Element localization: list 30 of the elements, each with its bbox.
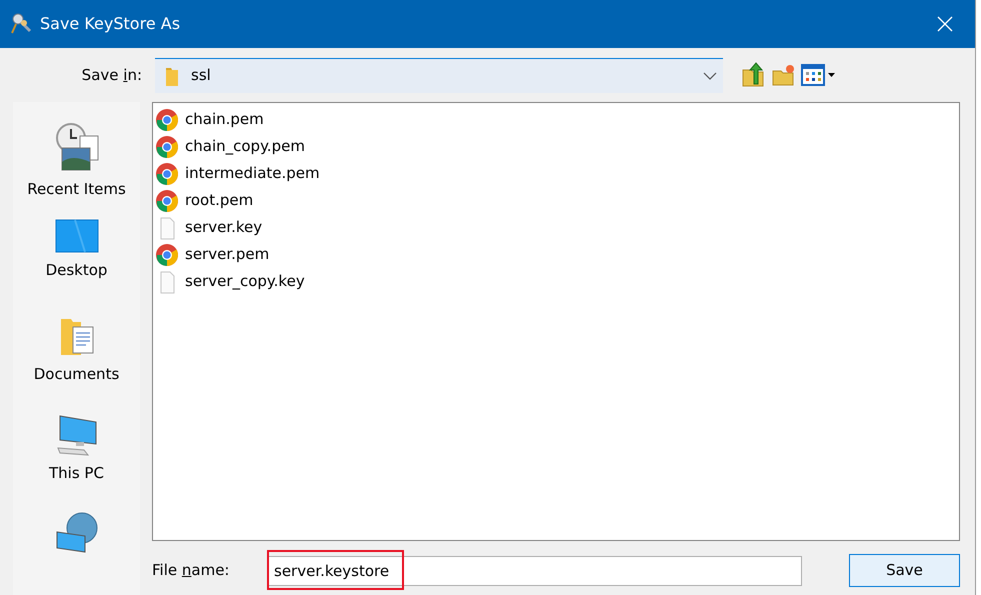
recent-item[interactable]: Recent Items (16, 122, 136, 206)
this-pc-item[interactable]: This PC (16, 414, 136, 498)
desktop-icon (54, 219, 98, 254)
desktop-item[interactable]: Desktop (16, 219, 136, 303)
save-in-label: Save in: (80, 64, 143, 86)
file-name-label: File name: (152, 560, 230, 582)
browser-logo-icon (155, 162, 179, 186)
keys-icon (10, 12, 34, 36)
document-folder-icon (58, 316, 94, 357)
file-item[interactable]: server_copy.key (155, 268, 309, 295)
browser-logo-icon (155, 242, 179, 266)
browser-logo-icon (155, 108, 179, 132)
browser-logo-icon (155, 134, 179, 158)
documents-item[interactable]: Documents (16, 316, 136, 400)
file-item[interactable]: intermediate.pem (155, 160, 324, 187)
file-item[interactable]: chain.pem (155, 106, 268, 133)
file-item[interactable]: chain_copy.pem (155, 133, 309, 160)
file-name-field[interactable]: server.keystore (267, 556, 802, 586)
save-in-dropdown[interactable]: ssl (155, 58, 723, 92)
window-title: Save KeyStore As (40, 13, 180, 35)
save-button[interactable]: Save (849, 554, 960, 587)
file-item[interactable]: root.pem (155, 187, 258, 214)
view-menu-icon[interactable] (801, 63, 837, 87)
new-folder-icon[interactable] (771, 62, 797, 88)
browser-logo-icon (155, 188, 179, 212)
clock-document-icon (54, 122, 100, 172)
chevron-down-icon (703, 72, 717, 80)
file-item[interactable]: server.key (155, 214, 266, 241)
file-item[interactable]: server.pem (155, 241, 274, 268)
close-icon[interactable] (937, 16, 953, 32)
